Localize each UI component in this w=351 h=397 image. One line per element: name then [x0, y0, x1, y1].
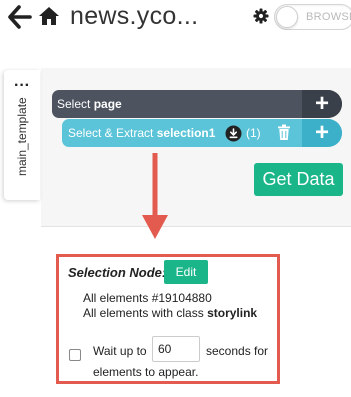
- add-subcommand-button[interactable]: +: [302, 119, 342, 147]
- wait-checkbox[interactable]: [69, 349, 81, 361]
- gear-icon[interactable]: [253, 8, 269, 24]
- toggle-knob[interactable]: [276, 6, 298, 28]
- get-data-button[interactable]: Get Data: [254, 163, 343, 196]
- selector-id-text: All elements #19104880: [83, 291, 212, 305]
- browse-toggle-label: BROWSE: [306, 11, 351, 23]
- select-extract-text: Select & Extract selection1: [68, 126, 215, 140]
- selection-node-panel: Selection Node: Edit All elements #19104…: [56, 254, 280, 384]
- back-arrow-icon[interactable]: [8, 4, 32, 30]
- select-page-command[interactable]: Select page +: [52, 90, 342, 118]
- wait-seconds-input[interactable]: [152, 336, 200, 362]
- top-bar: news.yco... BROWSE: [0, 0, 351, 42]
- select-page-prefix: Select: [57, 97, 91, 111]
- selection-node-title: Selection Node:: [68, 265, 167, 280]
- callout-arrow: [142, 153, 168, 239]
- wait-suffix-label: seconds for: [206, 344, 269, 358]
- more-dots-icon[interactable]: ···: [14, 78, 30, 94]
- select-page-name: page: [93, 97, 122, 111]
- wait-line2-label: elements to appear.: [93, 365, 199, 379]
- select-extract-prefix: Select & Extract: [68, 126, 154, 140]
- selector-class-name: storylink: [207, 306, 258, 320]
- trash-icon[interactable]: [277, 124, 291, 141]
- add-command-button[interactable]: +: [302, 90, 342, 118]
- download-icon: [225, 125, 242, 142]
- template-tab-label: main_template: [15, 97, 29, 176]
- select-extract-name: selection1: [156, 126, 216, 140]
- selection-count: (1): [246, 126, 261, 140]
- edit-button[interactable]: Edit: [164, 260, 208, 284]
- site-title: news.yco...: [70, 2, 199, 30]
- selector-class-text: All elements with class storylink: [83, 306, 257, 320]
- template-tab[interactable]: ··· main_template: [4, 70, 40, 200]
- select-extract-command[interactable]: Select & Extract selection1 (1) +: [62, 119, 342, 147]
- browse-toggle[interactable]: BROWSE: [274, 4, 351, 30]
- wait-prefix-label: Wait up to: [93, 344, 147, 358]
- selector-class-prefix: All elements with class: [83, 306, 204, 320]
- select-page-text: Select page: [57, 97, 122, 111]
- home-icon[interactable]: [38, 5, 60, 27]
